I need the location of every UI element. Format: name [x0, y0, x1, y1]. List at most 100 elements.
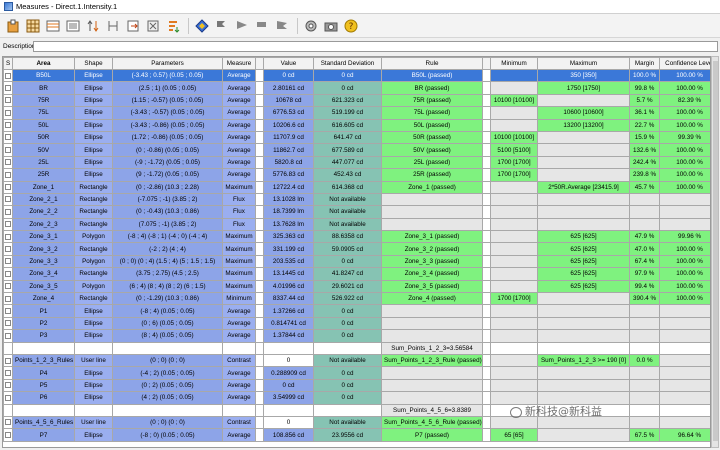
row-checkbox[interactable] [5, 332, 11, 339]
table-row[interactable]: Zone_1 Rectangle (0 ; -2.86) (10.3 ; 2.28)… [3, 180, 710, 194]
table-row[interactable]: Zone_2_1 Rectangle (-7.075 ; -1) (3.85 ; 2… [3, 192, 710, 207]
table-row[interactable]: P1 Ellipse (-8 ; 4) (0.05 ; 0.05) Average 1.… [3, 304, 710, 318]
row-checkbox[interactable] [5, 320, 11, 327]
col-header-parameters[interactable]: Parameters [112, 57, 223, 70]
table-row[interactable]: 75R Ellipse (1.15 ; -0.57) (0.05 ; 0.05) Av… [3, 93, 710, 108]
table-row[interactable]: Zone_2_2 Rectangle (0 ; -0.43) (10.3 ; 0.8… [3, 205, 710, 219]
sort-icon[interactable] [164, 17, 182, 35]
row-checkbox[interactable] [5, 208, 11, 215]
table-row[interactable]: P7 Ellipse (-8 ; 0) (0.05 ; 0.05) Average 10… [3, 428, 710, 442]
merge-icon[interactable] [104, 17, 122, 35]
export-icon[interactable] [124, 17, 142, 35]
row-checkbox[interactable] [5, 97, 11, 104]
close-box-icon[interactable] [144, 17, 162, 35]
row-checkbox[interactable] [5, 295, 11, 302]
select-cell[interactable] [3, 118, 13, 132]
summary-row[interactable]: Sum_Points_4_5_6=3.8389 [3, 403, 710, 417]
description-input[interactable] [33, 41, 718, 52]
select-cell[interactable] [3, 192, 13, 207]
up-down-icon[interactable] [84, 17, 102, 35]
select-cell[interactable] [3, 341, 13, 356]
row-checkbox[interactable] [5, 369, 11, 376]
row-checkbox[interactable] [5, 196, 11, 203]
add-icon[interactable] [4, 17, 22, 35]
flag-icon[interactable] [213, 17, 231, 35]
col-header-select[interactable]: S [3, 57, 13, 70]
flag4-icon[interactable] [273, 17, 291, 35]
row-checkbox[interactable] [5, 394, 11, 401]
select-cell[interactable] [3, 329, 13, 343]
table-row[interactable]: Zone_3_4 Rectangle (3.75 ; 2.75) (4.5 ; 2.… [3, 267, 710, 281]
select-cell[interactable] [3, 267, 13, 281]
col-header-shape[interactable]: Shape [74, 57, 113, 70]
table-row[interactable]: P5 Ellipse (0 ; 2) (0.05 ; 0.05) Average 0 c… [3, 378, 710, 393]
select-cell[interactable] [3, 106, 13, 120]
select-cell[interactable] [3, 217, 13, 232]
table-row[interactable]: P3 Ellipse (8 ; 4) (0.05 ; 0.05) Average 1.3… [3, 329, 710, 343]
row-checkbox[interactable] [5, 109, 11, 116]
flag3-icon[interactable] [253, 17, 271, 35]
select-cell[interactable] [3, 143, 13, 157]
select-cell[interactable] [3, 378, 13, 393]
row-checkbox[interactable] [5, 419, 11, 426]
col-header-measure[interactable]: Measure [222, 57, 256, 70]
diamond-icon[interactable] [193, 17, 211, 35]
table-row[interactable]: Points_4_5_6_Rules User line (0 ; 0) (0 ; … [3, 415, 710, 430]
row-checkbox[interactable] [5, 184, 11, 191]
select-cell[interactable] [3, 353, 13, 368]
select-cell[interactable] [3, 180, 13, 194]
select-cell[interactable] [3, 391, 13, 405]
select-cell[interactable] [3, 168, 13, 182]
table-row[interactable]: BR Ellipse (2.5 ; 1) (0.05 ; 0.05) Average 2… [3, 81, 710, 95]
select-cell[interactable] [3, 242, 13, 256]
row-checkbox[interactable] [5, 245, 11, 252]
select-cell[interactable] [3, 428, 13, 442]
select-cell[interactable] [3, 68, 13, 83]
table-row[interactable]: P6 Ellipse (4 ; 2) (0.05 ; 0.05) Average 3.5… [3, 391, 710, 405]
row-checkbox[interactable] [5, 159, 11, 166]
table-row[interactable]: 25L Ellipse (-9 ; -1.72) (0.05 ; 0.05) Aver… [3, 155, 710, 170]
select-cell[interactable] [3, 403, 13, 417]
select-cell[interactable] [3, 292, 13, 306]
row-checkbox[interactable] [5, 283, 11, 290]
select-cell[interactable] [3, 304, 13, 318]
table-row[interactable]: Zone_2_3 Rectangle (7.075 ; -1) (3.85 ; 2)… [3, 217, 710, 232]
select-cell[interactable] [3, 279, 13, 294]
vertical-scrollbar[interactable] [711, 56, 719, 448]
row-checkbox[interactable] [5, 134, 11, 141]
col-header-measure-extra[interactable] [255, 57, 264, 70]
table-row[interactable]: 50V Ellipse (0 ; -0.86) (0.05 ; 0.05) Avera… [3, 143, 710, 157]
select-cell[interactable] [3, 93, 13, 108]
scrollbar-thumb[interactable] [713, 61, 718, 441]
table-row[interactable]: 75L Ellipse (-3.43 ; -0.57) (0.05 ; 0.05) A… [3, 106, 710, 120]
col-header-rule-extra[interactable] [482, 57, 491, 70]
table-icon[interactable] [44, 17, 62, 35]
select-cell[interactable] [3, 316, 13, 331]
table-row[interactable]: 50R Ellipse (1.72 ; -0.86) (0.05 ; 0.05) Av… [3, 130, 710, 145]
row-checkbox[interactable] [5, 382, 11, 389]
select-cell[interactable] [3, 130, 13, 145]
row-checkbox[interactable] [5, 431, 11, 438]
row-checkbox[interactable] [5, 84, 11, 91]
list-icon[interactable] [64, 17, 82, 35]
help-icon[interactable]: ? [342, 17, 360, 35]
table-row[interactable]: P2 Ellipse (0 ; 6) (0.05 ; 0.05) Average 0.8… [3, 316, 710, 331]
select-cell[interactable] [3, 254, 13, 269]
select-cell[interactable] [3, 81, 13, 95]
select-cell[interactable] [3, 230, 13, 244]
select-cell[interactable] [3, 205, 13, 219]
row-checkbox[interactable] [5, 270, 11, 277]
col-header-rule[interactable]: Rule [381, 57, 483, 70]
row-checkbox[interactable] [5, 357, 11, 364]
row-checkbox[interactable] [5, 146, 11, 153]
row-checkbox[interactable] [5, 72, 11, 79]
row-checkbox[interactable] [5, 122, 11, 129]
summary-row[interactable]: Sum_Points_1_2_3=3.56584 [3, 341, 710, 356]
select-cell[interactable] [3, 366, 13, 380]
table-row[interactable]: B50L Ellipse (-3.43 ; 0.57) (0.05 ; 0.05) A… [3, 68, 710, 83]
table-row[interactable]: Points_1_2_3_Rules User line (0 ; 0) (0 ; … [3, 353, 710, 368]
table-row[interactable]: Zone_3_3 Polygon (0 ; 0) (0 ; 4) (1.5 ; 4)… [3, 254, 710, 269]
row-checkbox[interactable] [5, 221, 11, 228]
col-header-minimum[interactable]: Minimum [490, 57, 538, 70]
camera-icon[interactable] [322, 17, 340, 35]
